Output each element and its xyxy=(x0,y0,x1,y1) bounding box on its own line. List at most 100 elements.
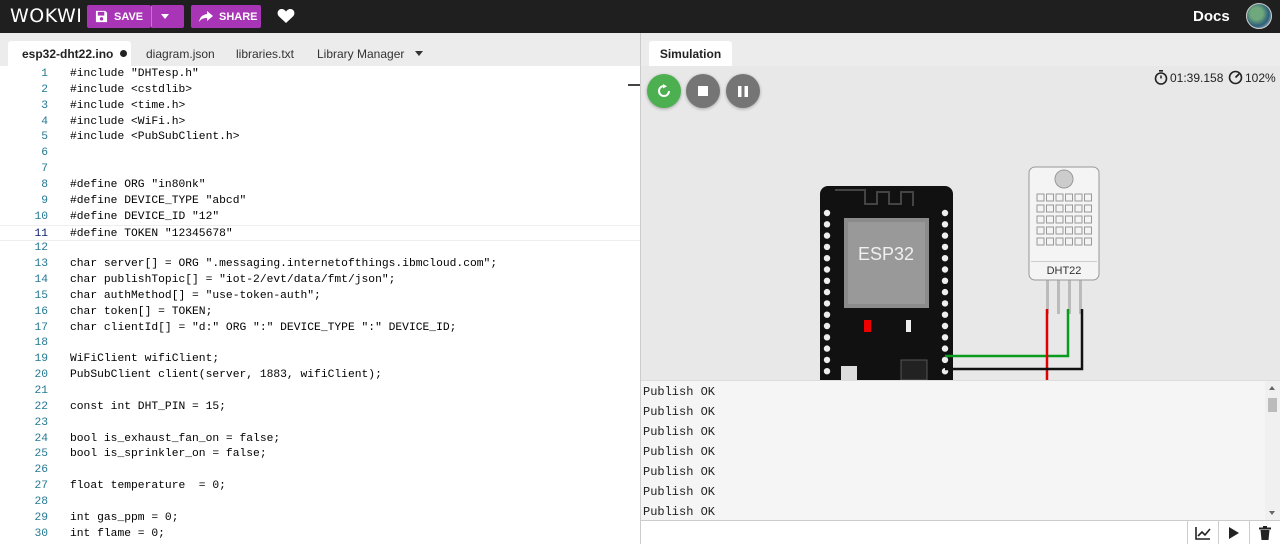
code-line[interactable]: 27 float temperature = 0; xyxy=(0,478,640,494)
docs-link[interactable]: Docs xyxy=(1193,8,1230,25)
code-line-text: #include <WiFi.h> xyxy=(70,115,186,128)
clear-button[interactable] xyxy=(1249,521,1280,544)
pin[interactable] xyxy=(823,345,831,352)
pin[interactable] xyxy=(823,266,831,273)
code-line[interactable]: 26 xyxy=(0,462,640,478)
esp32-board[interactable]: ESP32 xyxy=(820,186,953,380)
code-line[interactable]: 22 const int DHT_PIN = 15; xyxy=(0,399,640,415)
code-line[interactable]: 4 #include <WiFi.h> xyxy=(0,114,640,130)
pin[interactable] xyxy=(823,334,831,341)
save-button[interactable]: SAVE xyxy=(87,5,151,28)
pin[interactable] xyxy=(941,288,949,296)
code-line[interactable]: 6 xyxy=(0,145,640,161)
vent-slot xyxy=(1074,204,1083,213)
line-number: 19 xyxy=(34,353,48,366)
code-line[interactable]: 9 #define DEVICE_TYPE "abcd" xyxy=(0,193,640,209)
code-line[interactable]: 18 xyxy=(0,335,640,351)
code-line[interactable]: 1 #include "DHTesp.h" xyxy=(0,66,640,82)
code-line[interactable]: 23 xyxy=(0,415,640,431)
pin[interactable] xyxy=(823,209,831,217)
pin[interactable] xyxy=(941,232,949,239)
scroll-down-icon[interactable] xyxy=(1269,511,1275,515)
vent-slot xyxy=(1084,193,1092,202)
scroll-up-icon[interactable] xyxy=(1269,386,1275,390)
code-line-text: #include "DHTesp.h" xyxy=(70,68,199,80)
pin[interactable] xyxy=(823,356,831,364)
code-line[interactable]: 2 #include <cstdlib> xyxy=(0,82,640,98)
save-dropdown-button[interactable] xyxy=(151,5,184,28)
pin[interactable] xyxy=(941,255,949,262)
pin[interactable] xyxy=(823,322,831,330)
serial-input-row xyxy=(641,520,1280,544)
code-line[interactable]: 29 int gas_ppm = 0; xyxy=(0,510,640,526)
code-line[interactable]: 30 int flame = 0; xyxy=(0,526,640,542)
code-line[interactable]: 25 bool is_sprinkler_on = false; xyxy=(0,446,640,462)
code-line[interactable]: 14 char publishTopic[] = "iot-2/evt/data/… xyxy=(0,272,640,288)
dht22-sensor[interactable]: DHT22 xyxy=(1028,166,1100,314)
pin[interactable] xyxy=(941,311,949,318)
code-line[interactable]: 5 #include <PubSubClient.h> xyxy=(0,129,640,145)
heart-icon[interactable] xyxy=(277,8,295,24)
wokwi-logo[interactable]: WOKWI xyxy=(10,5,82,27)
vent-slot xyxy=(1074,193,1083,202)
code-line[interactable]: 15 char authMethod[] = "use-token-auth"; xyxy=(0,288,640,304)
wire-black[interactable] xyxy=(945,309,1084,371)
tab-simulation[interactable]: Simulation xyxy=(649,41,732,66)
pin[interactable] xyxy=(823,300,831,307)
pin[interactable] xyxy=(941,243,949,251)
pin[interactable] xyxy=(941,356,949,364)
pin[interactable] xyxy=(941,300,949,307)
pin[interactable] xyxy=(823,243,831,251)
code-editor[interactable]: 1 #include "DHTesp.h" 2 #include <cstdlib> 3… xyxy=(0,66,640,544)
code-line[interactable]: 28 xyxy=(0,494,640,510)
serial-monitor-output[interactable]: Publish OK Publish OK Publish OK Publish OK… xyxy=(641,380,1280,520)
simulation-canvas[interactable]: 01:39.158 102% ESP32 DHT22 xyxy=(641,66,1280,380)
pin[interactable] xyxy=(823,277,831,284)
pin[interactable] xyxy=(823,221,831,228)
code-line[interactable]: 16 char token[] = TOKEN; xyxy=(0,304,640,320)
scroll-thumb[interactable] xyxy=(1268,398,1277,412)
code-line[interactable]: 21 xyxy=(0,383,640,399)
code-line[interactable]: 3 #include <time.h> xyxy=(0,98,640,114)
code-line[interactable]: 13 char server[] = ORG ".messaging.intern… xyxy=(0,256,640,272)
code-line[interactable]: 10 #define DEVICE_ID "12" xyxy=(0,209,640,225)
plotter-button[interactable] xyxy=(1187,521,1217,544)
pin[interactable] xyxy=(823,288,831,296)
pin[interactable] xyxy=(823,255,831,262)
share-button[interactable]: SHARE xyxy=(191,5,261,28)
floppy-icon xyxy=(95,10,108,23)
line-number: 25 xyxy=(34,448,48,461)
tab-diagram-json[interactable]: diagram.json xyxy=(146,41,215,66)
code-line[interactable]: 11 #define TOKEN "12345678" xyxy=(0,224,640,241)
code-line[interactable]: 19 WiFiClient wifiClient; xyxy=(0,351,640,367)
pin[interactable] xyxy=(823,232,831,239)
pin[interactable] xyxy=(823,311,831,318)
pin[interactable] xyxy=(941,209,949,217)
pin[interactable] xyxy=(823,368,831,375)
wire-green[interactable] xyxy=(945,309,1070,358)
code-line-text: #define ORG "in80nk" xyxy=(70,178,206,191)
pin[interactable] xyxy=(941,277,949,284)
code-line[interactable]: 7 xyxy=(0,161,640,177)
tab-libraries-txt[interactable]: libraries.txt xyxy=(236,41,294,66)
tab-esp32-dht22-ino[interactable]: esp32-dht22.ino xyxy=(8,41,131,66)
pin[interactable] xyxy=(941,266,949,273)
pin[interactable] xyxy=(941,345,949,352)
run-button[interactable] xyxy=(1218,521,1248,544)
pin[interactable] xyxy=(941,322,949,330)
user-avatar[interactable] xyxy=(1246,3,1272,29)
code-line[interactable]: 17 char clientId[] = "d:" ORG ":" DEVICE_… xyxy=(0,320,640,336)
code-line-text: char authMethod[] = "use-token-auth"; xyxy=(70,289,321,302)
serial-line: Publish OK xyxy=(643,425,716,439)
tabs-menu-chevron-down-icon[interactable] xyxy=(415,51,423,56)
code-line[interactable]: 8 #define ORG "in80nk" xyxy=(0,177,640,193)
serial-input[interactable] xyxy=(641,521,1187,544)
pin[interactable] xyxy=(941,334,949,341)
code-line[interactable]: 12 xyxy=(0,240,640,256)
pin[interactable] xyxy=(941,221,949,228)
serial-scrollbar[interactable] xyxy=(1265,381,1280,520)
save-label: SAVE xyxy=(114,10,144,23)
code-line[interactable]: 20 PubSubClient client(server, 1883, wifi… xyxy=(0,367,640,383)
tab-library-manager[interactable]: Library Manager xyxy=(317,41,404,66)
code-line[interactable]: 24 bool is_exhaust_fan_on = false; xyxy=(0,431,640,447)
